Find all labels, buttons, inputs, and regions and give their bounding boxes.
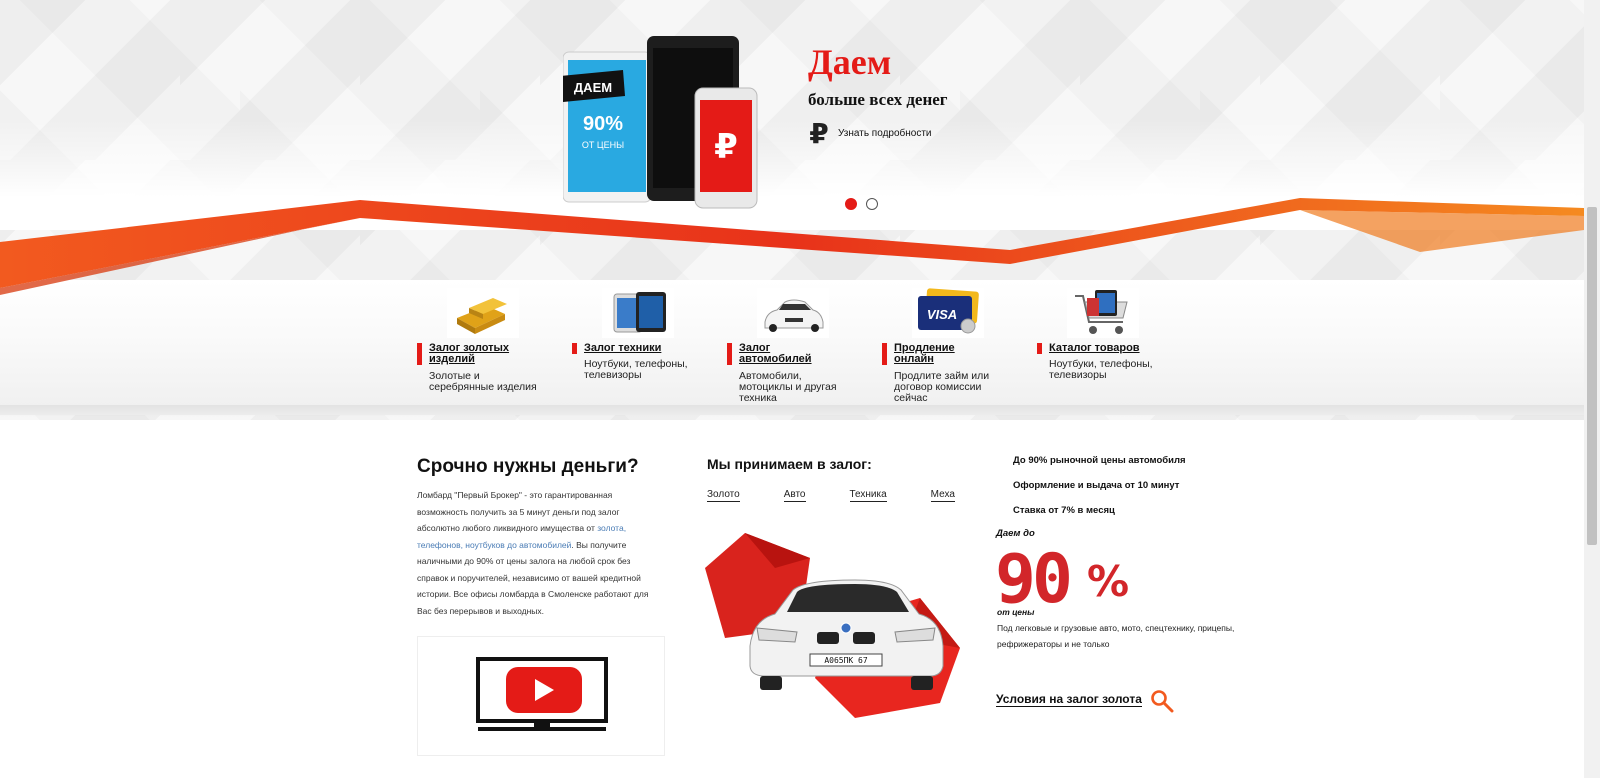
category-title-line2[interactable]: онлайн	[894, 354, 955, 365]
category-desc: Ноутбуки, телефоны, телевизоры	[1049, 359, 1184, 381]
intro-paragraph: Ломбард "Первый Брокер" - это гарантиров…	[417, 487, 657, 619]
category-marker	[572, 343, 577, 354]
intro-text-2: . Вы получите наличными до 90% от цены з…	[417, 539, 649, 616]
shopping-cart-icon	[1067, 288, 1139, 338]
slider-dot-1[interactable]	[845, 198, 857, 210]
youtube-play-icon	[476, 657, 608, 731]
category-desc: Продлите займ или договор комиссии сейча…	[894, 371, 1029, 404]
details-link[interactable]: ₽ Узнать подробности	[808, 117, 948, 149]
car-illustration: А065ПК 67	[705, 533, 960, 718]
svg-text:VISA: VISA	[927, 307, 957, 322]
category-strip-shadow	[0, 405, 1584, 417]
category-desc: Автомобили, мотоциклы и другая техника	[739, 371, 874, 404]
gold-link[interactable]: золота,	[597, 523, 626, 533]
svg-text:₽: ₽	[714, 127, 738, 167]
visa-card-icon: VISA	[912, 288, 984, 338]
benefit-item: Оформление и выдача от 10 минут	[1013, 480, 1180, 491]
details-link-label: Узнать подробности	[838, 127, 932, 139]
phones-link[interactable]: телефонов, ноутбуков до автомобилей	[417, 540, 571, 550]
accept-tabs: Золото Авто Техника Меха	[707, 489, 955, 502]
category-title[interactable]: Залог техники	[584, 343, 661, 354]
percent-description: Под легковые и грузовые авто, мото, спец…	[997, 623, 1235, 649]
benefit-item: До 90% рыночной цены автомобиля	[1013, 455, 1186, 466]
gold-conditions-link[interactable]: Условия на залог золота	[996, 692, 1142, 707]
category-marker	[417, 343, 422, 365]
tab-auto[interactable]: Авто	[783, 489, 806, 502]
category-desc-line: телевизоры	[1049, 369, 1107, 381]
tab-fur[interactable]: Меха	[930, 489, 955, 502]
category-marker	[727, 343, 732, 365]
tab-tech[interactable]: Техника	[849, 489, 887, 502]
video-box[interactable]	[417, 636, 665, 756]
ruble-icon: ₽	[809, 117, 829, 149]
big-percent-value: 90	[995, 544, 1069, 606]
search-icon[interactable]	[1150, 689, 1174, 713]
category-title-line2[interactable]: автомобилей	[739, 354, 812, 365]
urgent-heading: Срочно нужны деньги?	[417, 456, 639, 477]
slide-subtitle: больше всех денег	[808, 90, 948, 109]
category-title[interactable]: Каталог товаров	[1049, 343, 1140, 354]
device-sub-text: ОТ ЦЕНЫ	[582, 140, 624, 150]
tablet-icon	[602, 288, 674, 338]
gold-bars-icon	[447, 288, 519, 338]
big-percent-graphic: 90 %	[995, 544, 1129, 606]
slider-dot-2[interactable]	[866, 198, 878, 210]
slider-dots	[845, 198, 878, 210]
category-desc: Золотые и серебрянные изделия	[429, 371, 564, 393]
category-desc-line: техника	[739, 392, 777, 404]
device-pct-text: 90%	[583, 113, 623, 135]
big-percent-sign: %	[1087, 557, 1129, 606]
category-desc-line: телевизоры	[584, 369, 642, 381]
slide-text: Даем больше всех денег ₽ Узнать подробно…	[808, 42, 948, 149]
devices-illustration: ₽ ДАЕМ 90% ОТ ЦЕНЫ	[563, 36, 758, 209]
of-price-label: от цены	[997, 607, 1035, 617]
benefits-list: До 90% рыночной цены автомобиля Оформлен…	[1013, 455, 1186, 530]
intro-text-1: Ломбард "Первый Брокер" - это гарантиров…	[417, 490, 620, 533]
benefit-item: Ставка от 7% в месяц	[1013, 505, 1115, 516]
category-desc-line: сейчас	[894, 392, 928, 404]
tab-gold[interactable]: Золото	[707, 489, 740, 502]
license-plate-text: А065ПК 67	[824, 656, 868, 665]
category-desc-line: серебрянные изделия	[429, 381, 537, 393]
device-badge-text: ДАЕМ	[574, 80, 612, 95]
car-icon	[757, 288, 829, 338]
category-marker	[1037, 343, 1042, 354]
slide-title: Даем	[808, 42, 892, 82]
category-title-line2[interactable]: изделий	[429, 354, 509, 365]
give-up-to-label: Даем до	[996, 528, 1035, 539]
category-marker	[882, 343, 887, 365]
scrollbar-thumb[interactable]	[1587, 207, 1597, 545]
category-desc: Ноутбуки, телефоны, телевизоры	[584, 359, 719, 381]
accept-heading: Мы принимаем в залог:	[707, 456, 872, 472]
